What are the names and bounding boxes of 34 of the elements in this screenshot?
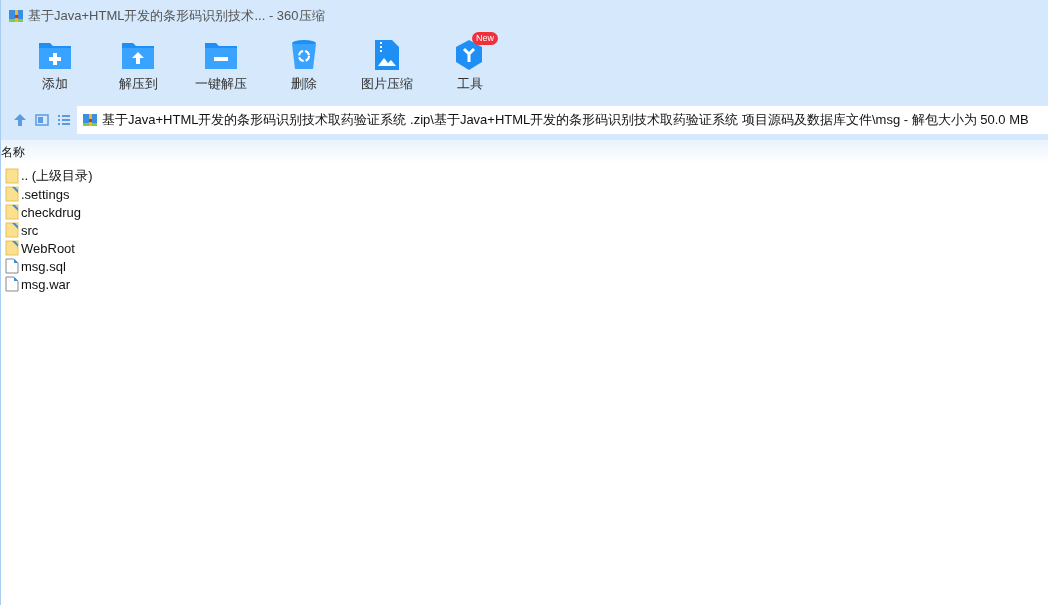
file-name[interactable]: msg.sql (21, 258, 66, 274)
folder-minus-icon (204, 40, 238, 70)
archive-icon (82, 112, 98, 128)
address-bar[interactable]: 基于Java+HTML开发的条形码识别技术取药验证系统 .zip\基于Java+HTML开发的条形码识别技术取药验证系统 项目源码及数据库文件\msg - 解包大小为 50.0 MB (77, 106, 1048, 134)
file-name[interactable]: src (21, 222, 39, 238)
toolbar-button[interactable]: 添加 (15, 32, 95, 100)
window-title: 基于Java+HTML开发的条形码识别技术... - 360压缩 (28, 7, 325, 25)
toolbar-button[interactable]: 删除 (264, 32, 344, 100)
folder-icon (5, 204, 19, 220)
toolbar-button[interactable]: New 工具 (430, 32, 510, 100)
file-icon (5, 276, 19, 292)
file-name[interactable]: msg.war (21, 276, 71, 292)
folder-icon (5, 186, 19, 202)
folder-icon (5, 168, 19, 184)
column-header[interactable]: 名称 (1, 143, 25, 161)
folder-plus-icon (38, 40, 72, 70)
address-path: 基于Java+HTML开发的条形码识别技术取药验证系统 .zip\基于Java+HTML开发的条形码识别技术取药验证系统 项目源码及数据库文件\msg - 解包大小为 50.0 MB (102, 111, 1029, 129)
recycle-bin-icon (291, 39, 317, 71)
thumbnail-view-button[interactable] (33, 113, 51, 127)
folder-up-icon (121, 40, 155, 70)
folder-icon (5, 222, 19, 238)
app-icon (8, 8, 24, 24)
folder-icon (5, 240, 19, 256)
new-badge: New (472, 32, 498, 45)
file-name[interactable]: WebRoot (21, 240, 75, 256)
file-name[interactable]: .. (上级目录) (21, 167, 93, 185)
toolbar-button[interactable]: 一键解压 (181, 32, 261, 100)
toolbar-button[interactable]: 解压到 (98, 32, 178, 100)
toolbar-button[interactable]: 图片压缩 (347, 32, 427, 100)
file-name[interactable]: .settings (21, 186, 70, 202)
file-name[interactable]: checkdrug (21, 204, 81, 220)
file-icon (5, 258, 19, 274)
list-view-button[interactable] (55, 113, 73, 127)
image-file-icon (374, 39, 400, 71)
